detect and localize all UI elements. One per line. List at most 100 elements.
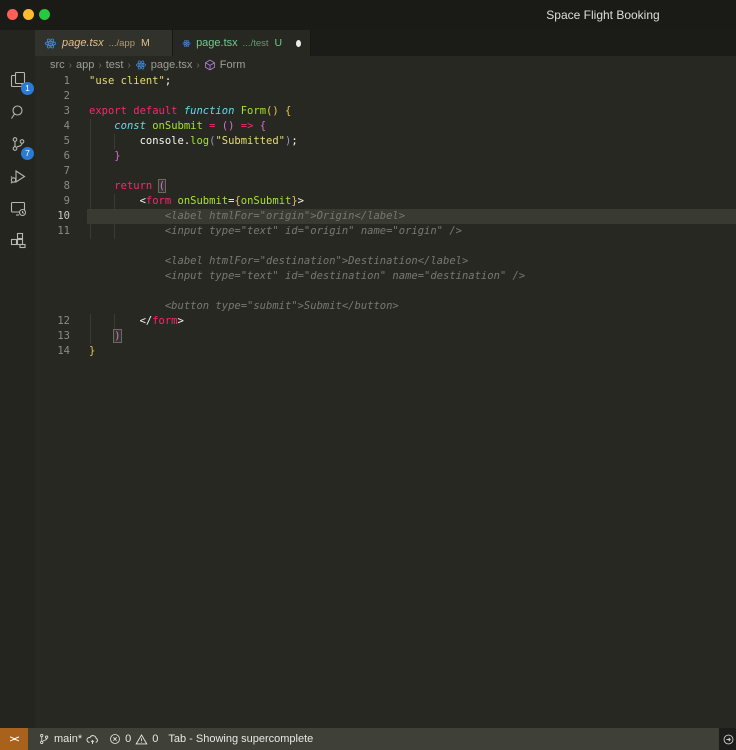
sidebar-item-remote-explorer[interactable] [5, 195, 31, 221]
line-number[interactable]: 9 [35, 194, 70, 209]
code-text: <form onSubmit={onSubmit}> [89, 194, 304, 209]
line-number[interactable]: 3 [35, 104, 70, 119]
branch-label: main* [54, 733, 82, 745]
supercomplete-status[interactable]: Tab - Showing supercomplete [168, 733, 313, 745]
line-number[interactable]: 14 [35, 344, 70, 359]
tab-filename: page.tsx [196, 37, 238, 49]
breadcrumb: src › app › test › page.tsx › Form [35, 56, 736, 74]
breadcrumb-item-src[interactable]: src [50, 59, 65, 71]
git-status-badge: M [141, 37, 150, 49]
code-text: <label htmlFor="origin">Origin</label> [89, 209, 405, 224]
breadcrumb-item-app[interactable]: app [76, 59, 94, 71]
explorer-badge: 1 [21, 82, 34, 95]
publish-cloud-icon [86, 733, 99, 746]
code-text: <label htmlFor="destination">Destination… [89, 254, 468, 269]
code-line[interactable]: 13 ) [35, 329, 736, 344]
activity-bar: 1 7 [0, 30, 35, 728]
code-text: export default function Form() { [89, 104, 291, 119]
react-file-icon [182, 37, 191, 50]
symbol-module-icon [204, 59, 216, 71]
sidebar-item-search[interactable] [5, 99, 31, 125]
sidebar-item-explorer[interactable]: 1 [5, 66, 31, 92]
line-number[interactable]: 12 [35, 314, 70, 329]
line-number[interactable]: 1 [35, 74, 70, 89]
warning-count: 0 [152, 733, 158, 745]
indent-guide [90, 164, 91, 179]
code-line[interactable]: 14} [35, 344, 736, 359]
unsaved-dot-icon[interactable] [296, 40, 301, 47]
title-bar: Space Flight Booking [0, 0, 736, 30]
line-number[interactable]: 8 [35, 179, 70, 194]
line-number[interactable]: 11 [35, 224, 70, 239]
chevron-separator-icon: › [69, 60, 72, 71]
status-right-box[interactable] [719, 728, 736, 750]
error-icon [109, 733, 121, 745]
run-debug-icon [9, 167, 28, 186]
code-line[interactable] [35, 284, 736, 299]
chevron-separator-icon: › [127, 60, 130, 71]
code-line[interactable]: 2 [35, 89, 736, 104]
code-line[interactable]: 8 return ( [35, 179, 736, 194]
source-control-badge: 7 [21, 147, 34, 160]
zoom-window-button[interactable] [39, 9, 50, 20]
code-text: const onSubmit = () => { [89, 119, 266, 134]
extensions-icon [9, 231, 28, 250]
code-text: return ( [89, 179, 165, 194]
editor-region: page.tsx .../app M page.tsx .../test U s… [35, 30, 736, 728]
react-file-icon [135, 59, 147, 71]
breadcrumb-item-test[interactable]: test [106, 59, 124, 71]
code-line[interactable]: 12 </form> [35, 314, 736, 329]
code-text: } [89, 344, 95, 359]
line-number[interactable]: 4 [35, 119, 70, 134]
breadcrumb-item-pagetsx[interactable]: page.tsx [151, 59, 193, 71]
code-line[interactable] [35, 239, 736, 254]
warning-icon [135, 733, 148, 746]
code-line[interactable]: 10 <label htmlFor="origin">Origin</label… [35, 209, 736, 224]
code-text: console.log("Submitted"); [89, 134, 298, 149]
code-text: <input type="text" id="destination" name… [89, 269, 525, 284]
code-line[interactable]: 1"use client"; [35, 74, 736, 89]
code-line[interactable]: 6 } [35, 149, 736, 164]
chevron-separator-icon: › [196, 60, 199, 71]
remote-icon: >< [10, 734, 19, 744]
line-number[interactable]: 7 [35, 164, 70, 179]
code-line[interactable]: <label htmlFor="destination">Destination… [35, 254, 736, 269]
remote-indicator[interactable]: >< [0, 728, 28, 750]
code-line[interactable]: 5 console.log("Submitted"); [35, 134, 736, 149]
code-text: <input type="text" id="origin" name="ori… [89, 224, 462, 239]
tab-bar: page.tsx .../app M page.tsx .../test U [35, 30, 736, 56]
minimize-window-button[interactable] [23, 9, 34, 20]
problems-item[interactable]: 0 0 [109, 733, 158, 746]
line-number[interactable]: 2 [35, 89, 70, 104]
line-number[interactable]: 5 [35, 134, 70, 149]
close-window-button[interactable] [7, 9, 18, 20]
code-line[interactable]: 3 export default function Form() { [35, 104, 736, 119]
code-line[interactable]: <button type="submit">Submit</button> [35, 299, 736, 314]
line-number[interactable]: 10 [35, 209, 70, 224]
breadcrumb-item-form[interactable]: Form [220, 59, 246, 71]
tab-page-tsx-test[interactable]: page.tsx .../test U [173, 30, 311, 56]
tab-directory: .../app [109, 38, 135, 49]
code-text: ) [89, 329, 121, 344]
chevron-separator-icon: › [98, 60, 101, 71]
git-branch-item[interactable]: main* [38, 733, 99, 746]
sidebar-item-source-control[interactable]: 7 [5, 131, 31, 157]
code-line[interactable]: <input type="text" id="destination" name… [35, 269, 736, 284]
window-title: Space Flight Booking [470, 8, 736, 22]
code-line[interactable]: 9 <form onSubmit={onSubmit}> [35, 194, 736, 209]
tab-page-tsx-app[interactable]: page.tsx .../app M [35, 30, 173, 56]
code-line[interactable]: 11 <input type="text" id="origin" name="… [35, 224, 736, 239]
line-number[interactable]: 6 [35, 149, 70, 164]
code-text: <button type="submit">Submit</button> [89, 299, 399, 314]
line-number[interactable]: 13 [35, 329, 70, 344]
code-line[interactable]: 7 [35, 164, 736, 179]
sidebar-item-run-and-debug[interactable] [5, 163, 31, 189]
code-text: </form> [89, 314, 184, 329]
code-line[interactable]: 4 const onSubmit = () => { [35, 119, 736, 134]
circled-arrow-icon [722, 733, 735, 746]
error-count: 0 [125, 733, 131, 745]
status-message: Tab - Showing supercomplete [168, 733, 313, 745]
search-icon [9, 103, 28, 122]
react-file-icon [44, 37, 57, 50]
sidebar-item-extensions[interactable] [5, 227, 31, 253]
